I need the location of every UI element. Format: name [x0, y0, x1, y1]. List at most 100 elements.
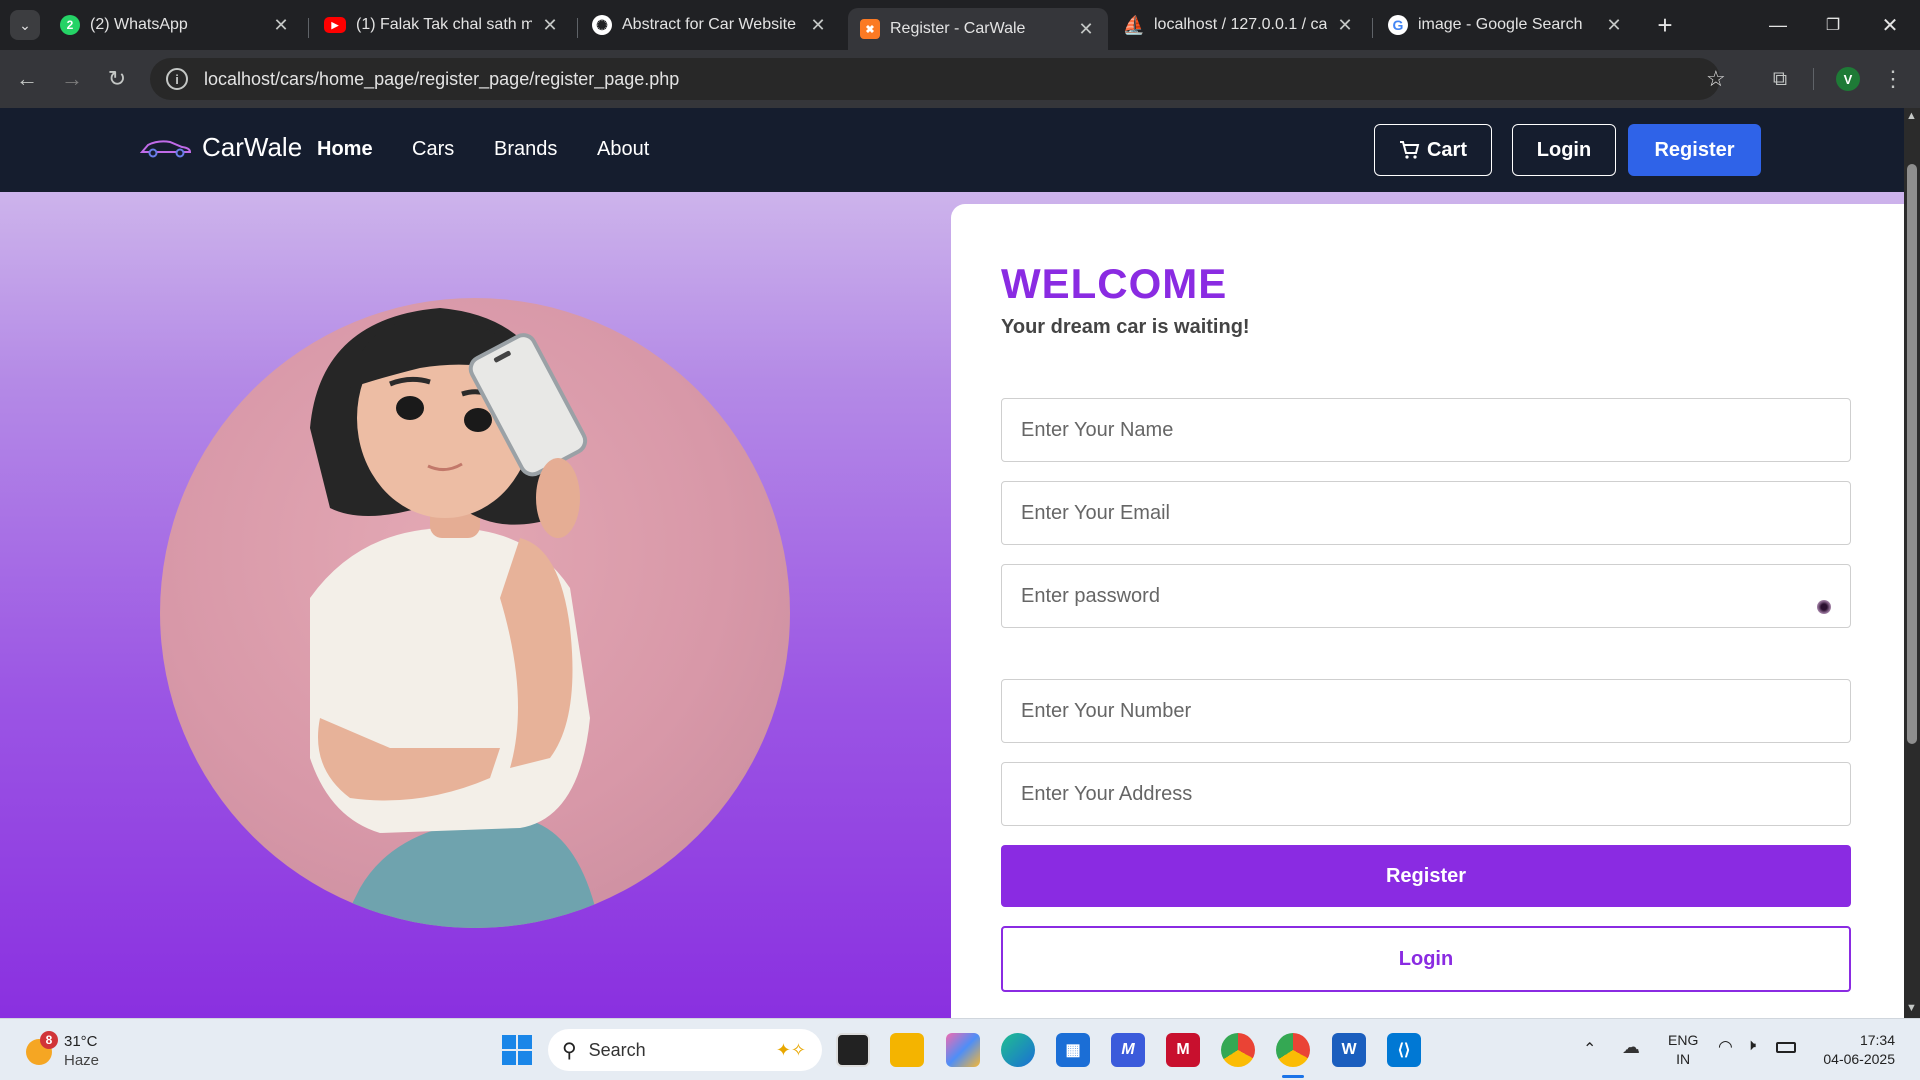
forward-icon[interactable]: →	[55, 62, 89, 96]
word-icon[interactable]: W	[1332, 1033, 1366, 1067]
whatsapp-icon: 2	[60, 15, 80, 35]
car-logo-icon	[140, 139, 192, 157]
tab-title: (2) WhatsApp	[90, 16, 188, 33]
extensions-icon[interactable]: ⧉	[1763, 62, 1797, 96]
taskbar-search-label: Search	[588, 1039, 646, 1060]
language-line1: ENG	[1668, 1032, 1699, 1048]
brand-name: CarWale	[202, 132, 303, 162]
url-text[interactable]: localhost/cars/home_page/register_page/r…	[204, 69, 679, 90]
wifi-icon[interactable]: ◠	[1718, 1037, 1733, 1057]
language-indicator[interactable]: ENG IN	[1668, 1031, 1698, 1069]
restore-button[interactable]: ❐	[1815, 8, 1851, 42]
nav-about[interactable]: About	[597, 138, 649, 161]
windows-taskbar: 8 31°C Haze ⚲ Search ✦✧ ▦ M M W ⟨⟩ ⌃ ☁ E…	[0, 1018, 1920, 1080]
pen-app-icon[interactable]: M	[1111, 1033, 1145, 1067]
xampp-icon: ✖	[860, 19, 880, 39]
woman-with-phone-illustration	[310, 308, 600, 928]
tab-title: localhost / 127.0.0.1 / cars_	[1154, 16, 1327, 33]
tab-youtube[interactable]: ▶ (1) Falak Tak chal sath mer ✕	[312, 8, 572, 42]
close-tab-icon[interactable]: ✕	[808, 15, 828, 36]
show-hidden-icons-icon[interactable]: ⌃	[1583, 1039, 1596, 1059]
search-icon: ⚲	[562, 1039, 577, 1062]
name-field[interactable]	[1001, 398, 1851, 462]
avatar-illustration	[160, 298, 790, 928]
reload-icon[interactable]: ↻	[100, 62, 134, 96]
windows-start-icon[interactable]	[502, 1035, 532, 1065]
task-view-icon[interactable]	[836, 1033, 870, 1067]
chrome-profile-icon[interactable]	[1276, 1033, 1310, 1067]
tab-whatsapp[interactable]: 2 (2) WhatsApp ✕	[48, 8, 303, 42]
address-bar[interactable]: i localhost/cars/home_page/register_page…	[150, 58, 1726, 100]
google-icon: G	[1388, 15, 1408, 35]
openai-icon: ✺	[592, 15, 612, 35]
close-tab-icon[interactable]: ✕	[271, 15, 291, 36]
nav-brands[interactable]: Brands	[494, 138, 557, 161]
cart-icon	[1399, 141, 1420, 159]
tab-phpmyadmin[interactable]: ⛵ localhost / 127.0.0.1 / cars_ ✕	[1112, 8, 1367, 42]
copilot-sparkle-icon: ✦✧	[775, 1039, 806, 1060]
edge-icon[interactable]	[1001, 1033, 1035, 1067]
youtube-icon: ▶	[324, 17, 346, 33]
show-password-eye-icon[interactable]	[1817, 600, 1831, 614]
email-field[interactable]	[1001, 481, 1851, 545]
nav-home[interactable]: Home	[317, 138, 373, 161]
close-window-button[interactable]: ✕	[1872, 8, 1908, 42]
login-button[interactable]: Login	[1001, 926, 1851, 992]
welcome-subheading: Your dream car is waiting!	[1001, 316, 1250, 338]
copilot-icon[interactable]	[946, 1033, 980, 1067]
close-tab-icon[interactable]: ✕	[540, 15, 560, 36]
brand[interactable]: CarWale	[140, 132, 302, 163]
tab-search-button[interactable]: ⌄	[10, 10, 40, 40]
battery-icon[interactable]	[1776, 1042, 1796, 1053]
password-field[interactable]	[1001, 564, 1851, 628]
tab-abstract[interactable]: ✺ Abstract for Car Website ✕	[580, 8, 840, 42]
close-tab-icon[interactable]: ✕	[1604, 15, 1624, 36]
register-nav-button[interactable]: Register	[1628, 124, 1761, 176]
toolbar-divider	[1813, 68, 1814, 90]
taskbar-search[interactable]: ⚲ Search ✦✧	[548, 1029, 822, 1071]
site-info-icon[interactable]: i	[166, 68, 188, 90]
volume-muted-icon[interactable]: 🕨	[1746, 1037, 1756, 1055]
minimize-button[interactable]: —	[1760, 8, 1796, 42]
welcome-heading: WELCOME	[1001, 260, 1228, 307]
tab-google-search[interactable]: G image - Google Search ✕	[1376, 8, 1636, 42]
clock[interactable]: 17:34 04-06-2025	[1815, 1031, 1895, 1069]
page-scrollbar[interactable]: ▲ ▼	[1904, 108, 1920, 1018]
clock-date: 04-06-2025	[1823, 1051, 1895, 1067]
language-line2: IN	[1676, 1051, 1691, 1067]
tab-title: Abstract for Car Website	[622, 16, 796, 33]
address-field[interactable]	[1001, 762, 1851, 826]
chrome-icon[interactable]	[1221, 1033, 1255, 1067]
scroll-up-arrow-icon[interactable]: ▲	[1906, 110, 1917, 122]
vscode-icon[interactable]: ⟨⟩	[1387, 1033, 1421, 1067]
mcafee-icon[interactable]: M	[1166, 1033, 1200, 1067]
close-tab-icon[interactable]: ✕	[1076, 19, 1096, 40]
tab-title: Register - CarWale	[890, 20, 1026, 37]
back-icon[interactable]: ←	[10, 62, 44, 96]
weather-desc: Haze	[64, 1052, 100, 1069]
phone-number-field[interactable]	[1001, 679, 1851, 743]
tab-register-carwale[interactable]: ✖ Register - CarWale ✕	[848, 8, 1108, 50]
cart-button[interactable]: Cart	[1374, 124, 1492, 176]
microsoft-store-icon[interactable]: ▦	[1056, 1033, 1090, 1067]
tab-title: (1) Falak Tak chal sath mer	[356, 16, 532, 33]
clock-time: 17:34	[1859, 1032, 1895, 1048]
register-button[interactable]: Register	[1001, 845, 1851, 907]
onedrive-cloud-icon[interactable]: ☁	[1622, 1037, 1640, 1058]
menu-icon[interactable]: ⋮	[1876, 62, 1910, 96]
register-card: WELCOME Your dream car is waiting! Regis…	[951, 204, 1904, 1018]
browser-toolbar: ← → ↻ i localhost/cars/home_page/registe…	[0, 50, 1920, 108]
file-explorer-icon[interactable]	[890, 1033, 924, 1067]
phpmyadmin-icon: ⛵	[1122, 14, 1146, 35]
scroll-down-arrow-icon[interactable]: ▼	[1906, 1002, 1917, 1014]
nav-cars[interactable]: Cars	[412, 138, 454, 161]
login-nav-button[interactable]: Login	[1512, 124, 1616, 176]
scrollbar-thumb[interactable]	[1907, 164, 1917, 744]
weather-widget[interactable]: 8 31°C Haze	[22, 1027, 142, 1073]
close-tab-icon[interactable]: ✕	[1335, 15, 1355, 36]
new-tab-button[interactable]: +	[1650, 10, 1680, 40]
bookmark-star-icon[interactable]: ☆	[1706, 66, 1726, 92]
weather-badge: 8	[40, 1031, 58, 1049]
profile-avatar[interactable]: V	[1836, 67, 1860, 91]
active-app-indicator	[1282, 1075, 1304, 1078]
